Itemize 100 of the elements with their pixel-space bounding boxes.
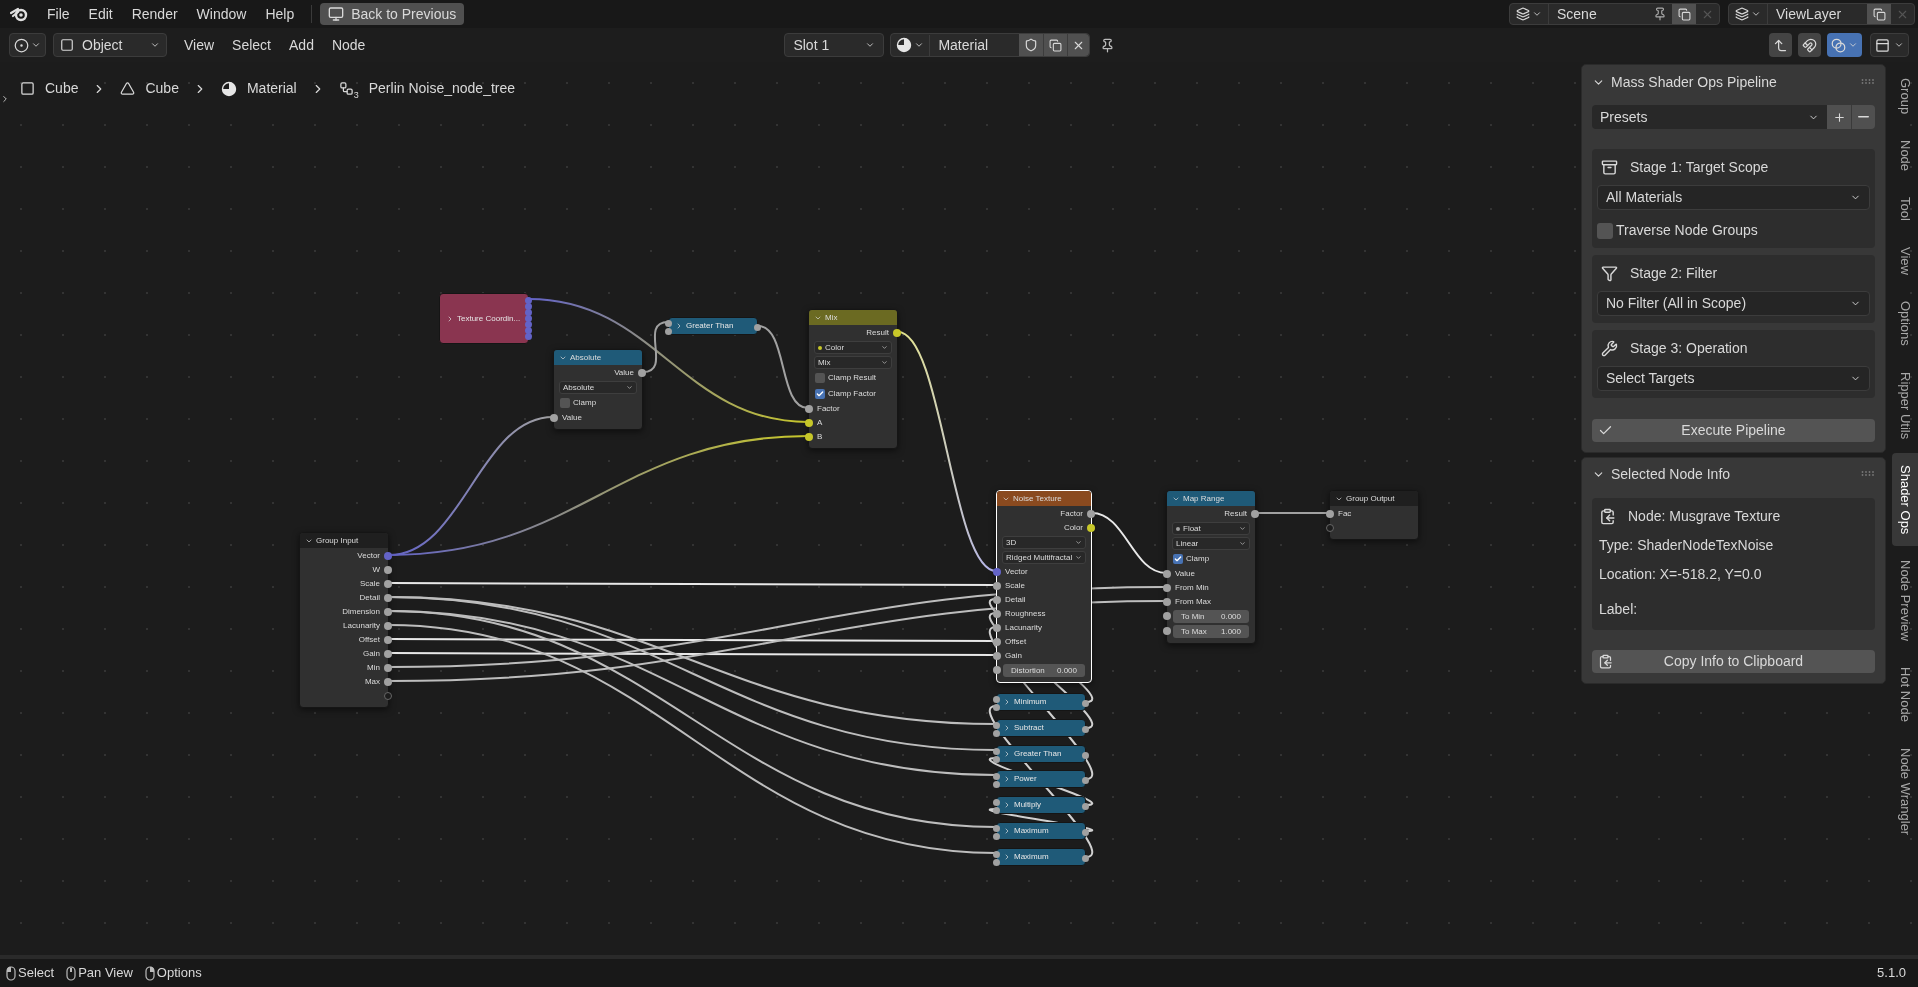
breadcrumb-item[interactable]: $_{3}$ Perlin Noise_node_tree xyxy=(338,78,516,99)
menu-item[interactable]: File xyxy=(38,3,79,25)
node-value-field[interactable]: To Max 1.000 xyxy=(1173,625,1249,638)
socket-icon[interactable] xyxy=(805,405,813,413)
copy-button[interactable] xyxy=(1867,4,1891,24)
socket-icon[interactable] xyxy=(638,369,646,377)
expand-icon[interactable] xyxy=(0,94,10,104)
app-logo-icon[interactable] xyxy=(10,6,28,22)
checkbox[interactable] xyxy=(815,389,825,399)
socket-icon[interactable] xyxy=(993,582,1001,590)
stage-dropdown[interactable]: Select Targets xyxy=(1597,366,1870,391)
view-layer-selector[interactable]: ViewLayer xyxy=(1728,3,1915,25)
breadcrumb-item[interactable]: Cube xyxy=(120,78,179,99)
socket-icon[interactable] xyxy=(1163,627,1171,635)
node-header[interactable]: Noise Texture xyxy=(997,491,1091,506)
socket-icon[interactable] xyxy=(1251,510,1259,518)
copy-button[interactable] xyxy=(1672,4,1696,24)
socket-icon[interactable] xyxy=(1082,776,1089,784)
expand-icon[interactable] xyxy=(1003,853,1011,861)
header-toggle-button[interactable] xyxy=(1798,33,1821,57)
socket-icon[interactable] xyxy=(384,594,392,602)
node-dropdown[interactable]: Color xyxy=(814,341,892,354)
presets-dropdown[interactable]: Presets xyxy=(1592,105,1827,129)
collapsed-node[interactable]: Maximum xyxy=(996,848,1086,866)
add-preset-button[interactable] xyxy=(1827,105,1851,129)
node-card[interactable]: Mix Result Color Mix Clamp Result Clamp Factor Factor A B xyxy=(808,309,898,449)
socket-icon[interactable] xyxy=(1163,570,1171,578)
socket-icon[interactable] xyxy=(805,433,813,441)
expand-icon[interactable] xyxy=(446,314,454,323)
node-card[interactable]: Map Range Result Float Linear Clamp Value From Min From Max To Min 0.000 To Max 1.000 xyxy=(1166,490,1256,644)
menu-item[interactable]: Window xyxy=(187,3,256,25)
menu-item[interactable]: Render xyxy=(122,3,187,25)
node-header[interactable]: Mix xyxy=(809,310,897,325)
panel-title[interactable]: Mass Shader Ops Pipeline xyxy=(1611,71,1855,93)
collapsed-node[interactable]: Greater Than xyxy=(668,317,758,335)
node-dropdown[interactable]: Mix xyxy=(814,356,892,369)
expand-icon[interactable] xyxy=(1003,775,1011,783)
mode-dropdown[interactable]: Object xyxy=(53,33,167,57)
socket-icon[interactable] xyxy=(1082,802,1089,810)
node-value-field[interactable]: Distortion 0.000 xyxy=(1003,664,1085,677)
socket-icon[interactable] xyxy=(384,566,392,574)
collapsed-node[interactable]: Maximum xyxy=(996,822,1086,840)
socket-icon[interactable] xyxy=(754,323,761,331)
node-dropdown[interactable]: 3D xyxy=(1002,536,1086,549)
menu-item[interactable]: Add xyxy=(280,34,323,56)
expand-icon[interactable] xyxy=(1003,750,1011,758)
node-header[interactable]: Group Output xyxy=(1330,491,1418,506)
socket-icon[interactable] xyxy=(1163,598,1171,606)
sidebar-tab[interactable]: View xyxy=(1892,235,1918,288)
scene-selector[interactable]: Scene xyxy=(1509,3,1720,25)
node-card[interactable]: Noise Texture Factor Color 3D Ridged Multifractal Vector Scale Detail Roughness Lacunarity Offset Gain Distortion 0.000 xyxy=(996,490,1092,683)
menu-item[interactable]: Help xyxy=(256,3,304,25)
sidebar-tab[interactable]: Group xyxy=(1892,66,1918,127)
drag-handle-icon[interactable] xyxy=(1861,79,1875,85)
menu-item[interactable]: Select xyxy=(223,34,280,56)
node-dropdown[interactable]: Ridged Multifractal xyxy=(1002,551,1086,564)
socket-icon[interactable] xyxy=(384,608,392,616)
breadcrumb-item[interactable]: Cube xyxy=(20,78,79,99)
collapsed-node[interactable]: Minimum xyxy=(996,693,1086,711)
expand-icon[interactable] xyxy=(1003,724,1011,732)
sidebar-tab[interactable]: Shader Ops xyxy=(1892,453,1918,547)
sidebar-tab[interactable]: Node Preview xyxy=(1892,548,1918,654)
socket-icon[interactable] xyxy=(384,664,392,672)
socket-icon[interactable] xyxy=(993,596,1001,604)
socket-icon[interactable] xyxy=(1087,510,1095,518)
menu-item[interactable]: View xyxy=(175,34,224,56)
remove-preset-button[interactable] xyxy=(1851,105,1875,129)
node-card[interactable]: Group Input Vector W Scale Detail Dimension Lacunarity Offset Gain Min Max xyxy=(299,532,389,708)
sidebar-tab[interactable]: Tool xyxy=(1892,185,1918,234)
node-dropdown[interactable]: Linear xyxy=(1172,537,1250,550)
socket-icon[interactable] xyxy=(1326,510,1334,518)
execute-button[interactable]: Execute Pipeline xyxy=(1592,419,1875,442)
socket-icon[interactable] xyxy=(1163,612,1171,620)
expand-icon[interactable] xyxy=(1003,698,1011,706)
header-toggle-button[interactable] xyxy=(1769,33,1792,57)
collapsed-node[interactable]: Subtract xyxy=(996,719,1086,737)
copy-info-button[interactable]: Copy Info to Clipboard xyxy=(1592,650,1875,673)
editor-type-button[interactable] xyxy=(9,33,46,57)
socket-icon[interactable] xyxy=(384,622,392,630)
sidebar-tab[interactable]: Node Wrangler xyxy=(1892,736,1918,848)
menu-item[interactable]: Edit xyxy=(79,3,122,25)
collapsed-node[interactable]: Texture Coordin... xyxy=(439,293,529,344)
expand-icon[interactable] xyxy=(675,322,683,330)
socket-icon[interactable] xyxy=(384,636,392,644)
socket-icon[interactable] xyxy=(993,666,1001,674)
pin-icon[interactable] xyxy=(1653,7,1667,21)
drag-handle-icon[interactable] xyxy=(1861,471,1875,477)
breadcrumb-item[interactable]: Material xyxy=(220,78,297,99)
socket-icon[interactable] xyxy=(1082,854,1089,862)
menu-item[interactable]: Node xyxy=(322,34,375,56)
stage-dropdown[interactable]: All Materials xyxy=(1597,185,1870,210)
collapsed-node[interactable]: Power xyxy=(996,770,1086,788)
header-toggle-button[interactable] xyxy=(1827,33,1862,57)
socket-icon[interactable] xyxy=(1163,584,1171,592)
checkbox[interactable] xyxy=(1597,222,1613,239)
expand-icon[interactable] xyxy=(1003,827,1011,835)
node-dropdown[interactable]: Float xyxy=(1172,522,1250,535)
socket-icon[interactable] xyxy=(384,650,392,658)
fake-user-button[interactable] xyxy=(1019,34,1044,56)
socket-icon[interactable] xyxy=(384,580,392,588)
